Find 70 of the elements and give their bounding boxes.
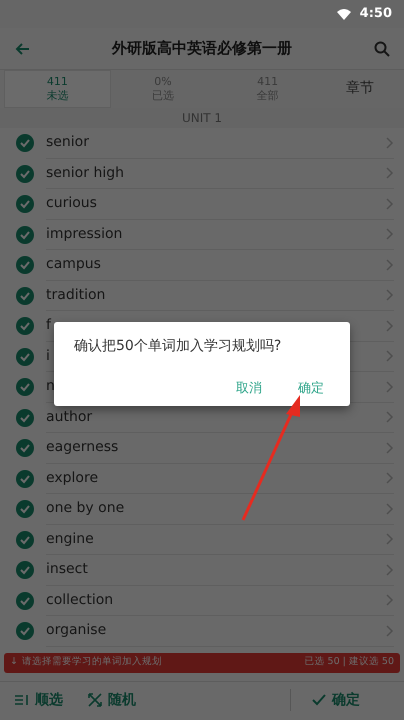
word-label[interactable]: campus xyxy=(46,254,101,276)
random-button[interactable]: 随机 xyxy=(83,688,140,712)
checkbox[interactable] xyxy=(16,226,34,244)
checkbox[interactable] xyxy=(16,500,34,518)
list-icon xyxy=(14,692,30,708)
chevron-icon[interactable] xyxy=(385,532,394,546)
page-title: 外研版高中英语必修第一册 xyxy=(110,38,293,60)
word-label[interactable]: insect xyxy=(46,559,88,580)
chevron-icon[interactable] xyxy=(385,288,394,302)
checkbox[interactable] xyxy=(16,530,34,549)
chevron-icon[interactable] xyxy=(385,410,394,424)
dialog-message: 确认把50个单词加入学习规划吗? xyxy=(74,337,282,356)
chevron-icon[interactable] xyxy=(385,562,394,577)
chevron-icon[interactable] xyxy=(385,166,394,180)
word-label[interactable]: author xyxy=(46,406,92,428)
shuffle-icon xyxy=(87,692,103,708)
word-label[interactable]: organise xyxy=(46,620,106,642)
checkbox[interactable] xyxy=(16,317,34,336)
dialog-button[interactable]: 确定 xyxy=(292,376,330,400)
confirm-button[interactable]: 确定 xyxy=(307,688,364,712)
word-label[interactable]: engine xyxy=(46,528,94,550)
word-label[interactable]: explore xyxy=(46,468,98,489)
chevron-icon[interactable] xyxy=(385,502,394,516)
word-label[interactable]: impression xyxy=(46,224,122,245)
search-icon[interactable] xyxy=(374,40,390,56)
wifi-icon xyxy=(336,8,352,20)
chevron-icon[interactable] xyxy=(385,227,394,242)
chevron-icon[interactable] xyxy=(385,380,394,394)
checkbox[interactable] xyxy=(16,470,34,488)
chevron-icon[interactable] xyxy=(385,349,394,364)
chevron-icon[interactable] xyxy=(385,318,394,333)
checkbox[interactable] xyxy=(16,439,34,458)
check-icon xyxy=(311,692,327,708)
chevron-icon[interactable] xyxy=(385,440,394,455)
checkbox[interactable] xyxy=(16,592,34,610)
word-label[interactable]: tradition xyxy=(46,284,106,306)
order-button[interactable]: 顺选 xyxy=(10,688,67,712)
back-icon[interactable] xyxy=(14,40,30,56)
word-label[interactable]: senior high xyxy=(46,162,124,184)
checkbox[interactable] xyxy=(16,561,34,580)
status-time: 4:50 xyxy=(360,5,392,24)
checkbox[interactable] xyxy=(16,348,34,366)
word-label[interactable]: one by one xyxy=(46,498,124,520)
checkbox[interactable] xyxy=(16,195,34,214)
hint-text: 请选择需要学习的单词加入规划 xyxy=(22,655,163,670)
chevron-icon[interactable] xyxy=(385,471,394,486)
checkbox[interactable] xyxy=(16,164,34,183)
dialog-button[interactable]: 取消 xyxy=(230,376,268,400)
chevron-icon[interactable] xyxy=(385,593,394,608)
tab[interactable]: 411 未选 xyxy=(4,70,111,108)
word-label[interactable]: collection xyxy=(46,590,114,611)
word-label[interactable]: i xyxy=(46,346,50,367)
word-label[interactable]: senior xyxy=(46,132,89,154)
checkbox[interactable] xyxy=(16,378,34,396)
selection-count: 已选 50 | 建议选 50 xyxy=(304,655,394,670)
word-label[interactable]: eagerness xyxy=(46,437,118,458)
tab[interactable]: 章节 xyxy=(320,70,400,108)
word-label[interactable]: curious xyxy=(46,193,97,214)
chevron-icon[interactable] xyxy=(385,136,394,150)
down-arrow-icon: ↓ xyxy=(10,655,18,670)
word-label[interactable]: f xyxy=(46,315,51,336)
chevron-icon[interactable] xyxy=(385,196,394,211)
word-label[interactable]: n xyxy=(46,376,55,398)
checkbox[interactable] xyxy=(16,408,34,427)
checkbox[interactable] xyxy=(16,622,34,640)
checkbox[interactable] xyxy=(16,256,34,274)
chevron-icon[interactable] xyxy=(385,258,394,272)
checkbox[interactable] xyxy=(16,286,34,305)
checkbox[interactable] xyxy=(16,134,34,152)
chevron-icon[interactable] xyxy=(385,624,394,638)
